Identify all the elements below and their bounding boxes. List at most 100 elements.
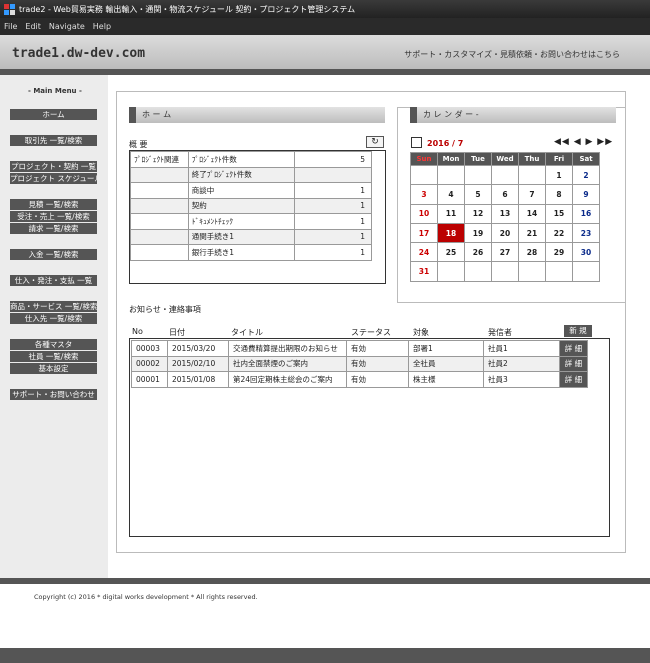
refresh-icon[interactable]: ↻ xyxy=(366,136,384,148)
sidebar-item-projects[interactable]: プロジェクト・契約 一覧 xyxy=(10,161,97,172)
notice-header-row: No 日付 タイトル ステータス 対象 発信者 xyxy=(129,325,610,337)
calendar-day[interactable]: 20 xyxy=(491,222,519,244)
calendar-day[interactable]: 19 xyxy=(464,222,492,244)
calendar-day xyxy=(518,164,546,186)
detail-button[interactable]: 詳 細 xyxy=(559,371,588,388)
summary-group-cell xyxy=(130,228,189,245)
sidebar-item-home[interactable]: ホーム xyxy=(10,109,97,120)
calendar-day[interactable]: 18 xyxy=(437,222,465,244)
calendar-day xyxy=(464,261,492,282)
sidebar-item-orders[interactable]: 受注・売上 一覧/検索 xyxy=(10,211,97,222)
summary-group-cell xyxy=(130,197,189,214)
calendar-day-header: Mon xyxy=(437,152,465,166)
calendar-day[interactable]: 14 xyxy=(518,203,546,224)
summary-value-cell xyxy=(294,166,372,183)
sidebar-item-estimates[interactable]: 見積 一覧/検索 xyxy=(10,199,97,210)
calendar-day[interactable]: 29 xyxy=(545,242,573,263)
calendar-day[interactable]: 16 xyxy=(572,203,600,224)
menubar: File Edit Navigate Help xyxy=(0,18,650,35)
summary-label: 概 要 xyxy=(129,140,148,149)
sidebar-item-clients[interactable]: 取引先 一覧/検索 xyxy=(10,135,97,146)
sidebar-item-employees[interactable]: 社員 一覧/検索 xyxy=(10,351,97,362)
detail-button[interactable]: 詳 細 xyxy=(559,340,588,357)
menu-file[interactable]: File xyxy=(4,22,17,31)
calendar-day[interactable]: 5 xyxy=(464,184,492,205)
calendar-day[interactable]: 8 xyxy=(545,184,573,205)
summary-group-cell xyxy=(130,182,189,199)
table-row: ﾌﾟﾛｼﾞｪｸﾄ関連 ﾌﾟﾛｼﾞｪｸﾄ件数 5 xyxy=(130,151,372,168)
calendar-day[interactable]: 31 xyxy=(410,261,438,282)
calendar-day[interactable]: 30 xyxy=(572,242,600,263)
summary-value-cell: 1 xyxy=(294,213,372,230)
sidebar-item-suppliers[interactable]: 仕入先 一覧/検索 xyxy=(10,313,97,324)
calendar-day[interactable]: 21 xyxy=(518,222,546,244)
sidebar-item-products[interactable]: 商品・サービス 一覧/検索 xyxy=(10,301,97,312)
notice-cell: 第24回定期株主総会のご案内 xyxy=(228,371,347,388)
calendar-day[interactable]: 1 xyxy=(545,164,573,186)
sidebar-item-invoices[interactable]: 請求 一覧/検索 xyxy=(10,223,97,234)
summary-label-cell: 商談中 xyxy=(187,182,296,199)
sidebar-item-masters[interactable]: 各種マスタ xyxy=(10,339,97,350)
calendar-day[interactable]: 22 xyxy=(545,222,573,244)
summary-value-cell: 1 xyxy=(294,197,372,214)
calendar-day[interactable]: 27 xyxy=(491,242,519,263)
calendar-day[interactable]: 6 xyxy=(491,184,519,205)
sidebar-item-payments[interactable]: 入金 一覧/検索 xyxy=(10,249,97,260)
calendar-day[interactable]: 25 xyxy=(437,242,465,263)
notice-cell: 2015/01/08 xyxy=(167,371,229,388)
calendar-day[interactable]: 2 xyxy=(572,164,600,186)
summary-group-cell xyxy=(130,166,189,183)
calendar-day[interactable]: 15 xyxy=(545,203,573,224)
calendar-day-header: Sun xyxy=(410,152,438,166)
table-row: 00001 2015/01/08 第24回定期株主総会のご案内 有効 株主様 社員3 詳 細 xyxy=(131,371,588,388)
new-notice-button[interactable]: 新 規 xyxy=(564,325,592,337)
sidebar-item-project-schedule[interactable]: プロジェクト スケジュール xyxy=(10,173,97,184)
calendar-day xyxy=(491,261,519,282)
summary-value-cell: 5 xyxy=(294,151,372,168)
calendar-day[interactable]: 12 xyxy=(464,203,492,224)
calendar-day-header: Wed xyxy=(491,152,519,166)
calendar-day[interactable]: 26 xyxy=(464,242,492,263)
sidebar-item-settings[interactable]: 基本設定 xyxy=(10,363,97,374)
bottom-band xyxy=(0,648,650,663)
calendar-day[interactable]: 11 xyxy=(437,203,465,224)
calendar-icon xyxy=(411,137,422,148)
notice-cell: 部署1 xyxy=(408,340,484,357)
summary-value-cell: 1 xyxy=(294,244,372,261)
summary-label-cell: 契約 xyxy=(187,197,296,214)
calendar-day[interactable]: 3 xyxy=(410,184,438,205)
calendar-day[interactable]: 10 xyxy=(410,203,438,224)
calendar-day[interactable]: 28 xyxy=(518,242,546,263)
calendar-day[interactable]: 23 xyxy=(572,222,600,244)
table-row: 00002 2015/02/10 社内全面禁煙のご案内 有効 全社員 社員2 詳 細 xyxy=(131,355,588,372)
calendar-day xyxy=(437,261,465,282)
calendar-day[interactable]: 24 xyxy=(410,242,438,263)
calendar-day[interactable]: 17 xyxy=(410,222,438,244)
menu-navigate[interactable]: Navigate xyxy=(49,22,85,31)
support-link[interactable]: サポート・カスタマイズ・見積依頼・お問い合わせはこちら xyxy=(404,49,620,60)
sidebar: - Main Menu - xyxy=(0,75,108,578)
sidebar-item-support[interactable]: サポート・お問い合わせ xyxy=(10,389,97,400)
summary-label-cell: 終了ﾌﾟﾛｼﾞｪｸﾄ件数 xyxy=(187,166,296,183)
calendar-day-header: Thu xyxy=(518,152,546,166)
sidebar-item-purchases[interactable]: 仕入・発注・支払 一覧 xyxy=(10,275,97,286)
calendar-day-header: Tue xyxy=(464,152,492,166)
calendar-grid: Sun Mon Tue Wed Thu Fri Sat 1 2 3 4 5 6 7 8 9 10 1… xyxy=(410,152,600,282)
calendar-day[interactable]: 13 xyxy=(491,203,519,224)
calendar-nav-icons[interactable]: ◀◀ ◀ ▶ ▶▶ xyxy=(554,137,613,147)
table-row: 商談中 1 xyxy=(130,182,372,199)
menu-edit[interactable]: Edit xyxy=(25,22,41,31)
calendar-day xyxy=(518,261,546,282)
calendar-day[interactable]: 9 xyxy=(572,184,600,205)
notice-cell: 社員2 xyxy=(483,355,560,372)
summary-label-cell: ﾌﾟﾛｼﾞｪｸﾄ件数 xyxy=(187,151,296,168)
summary-table: ﾌﾟﾛｼﾞｪｸﾄ関連 ﾌﾟﾛｼﾞｪｸﾄ件数 5 終了ﾌﾟﾛｼﾞｪｸﾄ件数 商談中… xyxy=(129,150,386,284)
notice-cell: 有効 xyxy=(346,355,409,372)
table-row: 通関手続き1 1 xyxy=(130,228,372,245)
calendar-day[interactable]: 4 xyxy=(437,184,465,205)
menu-help[interactable]: Help xyxy=(93,22,111,31)
calendar-day[interactable]: 7 xyxy=(518,184,546,205)
detail-button[interactable]: 詳 細 xyxy=(559,355,588,372)
site-title[interactable]: trade1.dw-dev.com xyxy=(12,46,145,61)
notice-cell: 2015/02/10 xyxy=(167,355,229,372)
